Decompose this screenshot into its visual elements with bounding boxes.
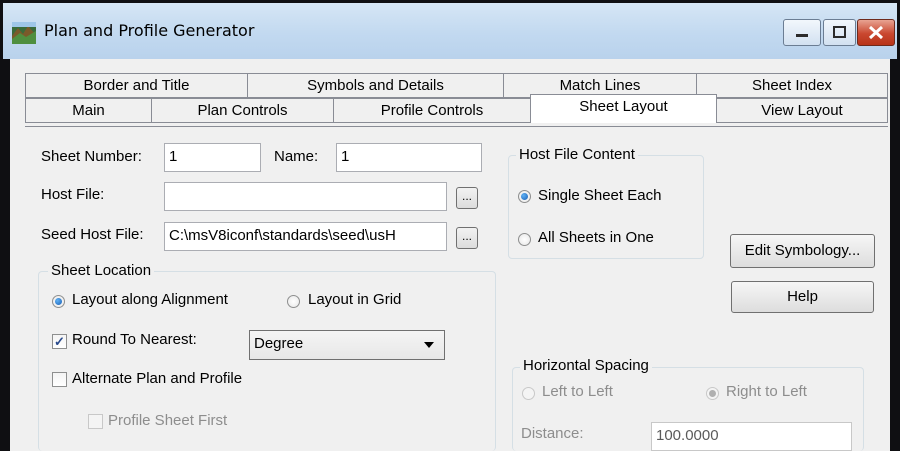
left-to-left-label: Left to Left [542,383,613,400]
minimize-button[interactable] [783,19,821,46]
edit-symbology-button[interactable]: Edit Symbology... [730,234,875,268]
help-button[interactable]: Help [731,281,874,313]
name-input[interactable]: 1 [336,143,482,172]
name-label: Name: [274,148,319,165]
layout-along-alignment-label[interactable]: Layout along Alignment [72,291,228,308]
distance-label: Distance: [521,425,584,442]
close-button[interactable] [857,19,895,46]
profile-sheet-first-checkbox[interactable] [88,414,103,429]
close-icon [868,25,884,40]
alternate-plan-profile-label[interactable]: Alternate Plan and Profile [72,370,242,387]
layout-in-grid-radio[interactable] [287,295,300,308]
horizontal-spacing-title: Horizontal Spacing [520,357,652,374]
layout-in-grid-label[interactable]: Layout in Grid [308,291,401,308]
maximize-button[interactable] [823,19,856,46]
tab-sheet-layout[interactable]: Sheet Layout [530,94,717,123]
all-sheets-in-one-label[interactable]: All Sheets in One [538,229,654,246]
sheet-number-label: Sheet Number: [41,148,142,165]
window-title: Plan and Profile Generator [44,21,255,40]
distance-input[interactable]: 100.0000 [651,422,852,451]
tab-sheet-index[interactable]: Sheet Index [696,73,888,98]
seed-host-file-label: Seed Host File: [41,226,144,243]
tab-symbols-and-details[interactable]: Symbols and Details [247,73,504,98]
seed-host-file-browse-button[interactable]: ... [456,227,478,249]
minimize-icon [796,34,808,37]
chevron-down-icon [424,342,434,348]
host-file-content-title: Host File Content [516,146,638,163]
host-file-browse-button[interactable]: ... [456,187,478,209]
host-file-label: Host File: [41,186,105,203]
layout-along-alignment-radio[interactable] [52,295,65,308]
maximize-icon [833,26,846,38]
plan-profile-app-icon [12,22,36,44]
tab-border-and-title[interactable]: Border and Title [25,73,248,98]
all-sheets-in-one-radio[interactable] [518,233,531,246]
round-to-nearest-label[interactable]: Round To Nearest: [72,331,197,348]
tab-main[interactable]: Main [25,98,152,123]
profile-sheet-first-label: Profile Sheet First [108,412,228,429]
tab-profile-controls[interactable]: Profile Controls [333,98,531,123]
left-to-left-radio[interactable] [522,387,535,400]
round-to-nearest-dropdown[interactable]: Degree [249,330,445,360]
single-sheet-each-label[interactable]: Single Sheet Each [538,187,661,204]
sheet-number-input[interactable]: 1 [164,143,261,172]
tab-view-layout[interactable]: View Layout [716,98,888,123]
seed-host-file-input[interactable]: C:\msV8iconf\standards\seed\usH [164,222,447,251]
alternate-plan-profile-checkbox[interactable] [52,372,67,387]
single-sheet-each-radio[interactable] [518,190,531,203]
right-to-left-radio[interactable] [706,387,719,400]
round-to-nearest-checkbox[interactable]: ✓ [52,334,67,349]
right-to-left-label: Right to Left [726,383,807,400]
host-file-input[interactable] [164,182,447,211]
tab-plan-controls[interactable]: Plan Controls [151,98,334,123]
checkmark-icon: ✓ [54,334,65,349]
sheet-location-title: Sheet Location [48,262,155,279]
round-to-nearest-value: Degree [254,335,304,352]
